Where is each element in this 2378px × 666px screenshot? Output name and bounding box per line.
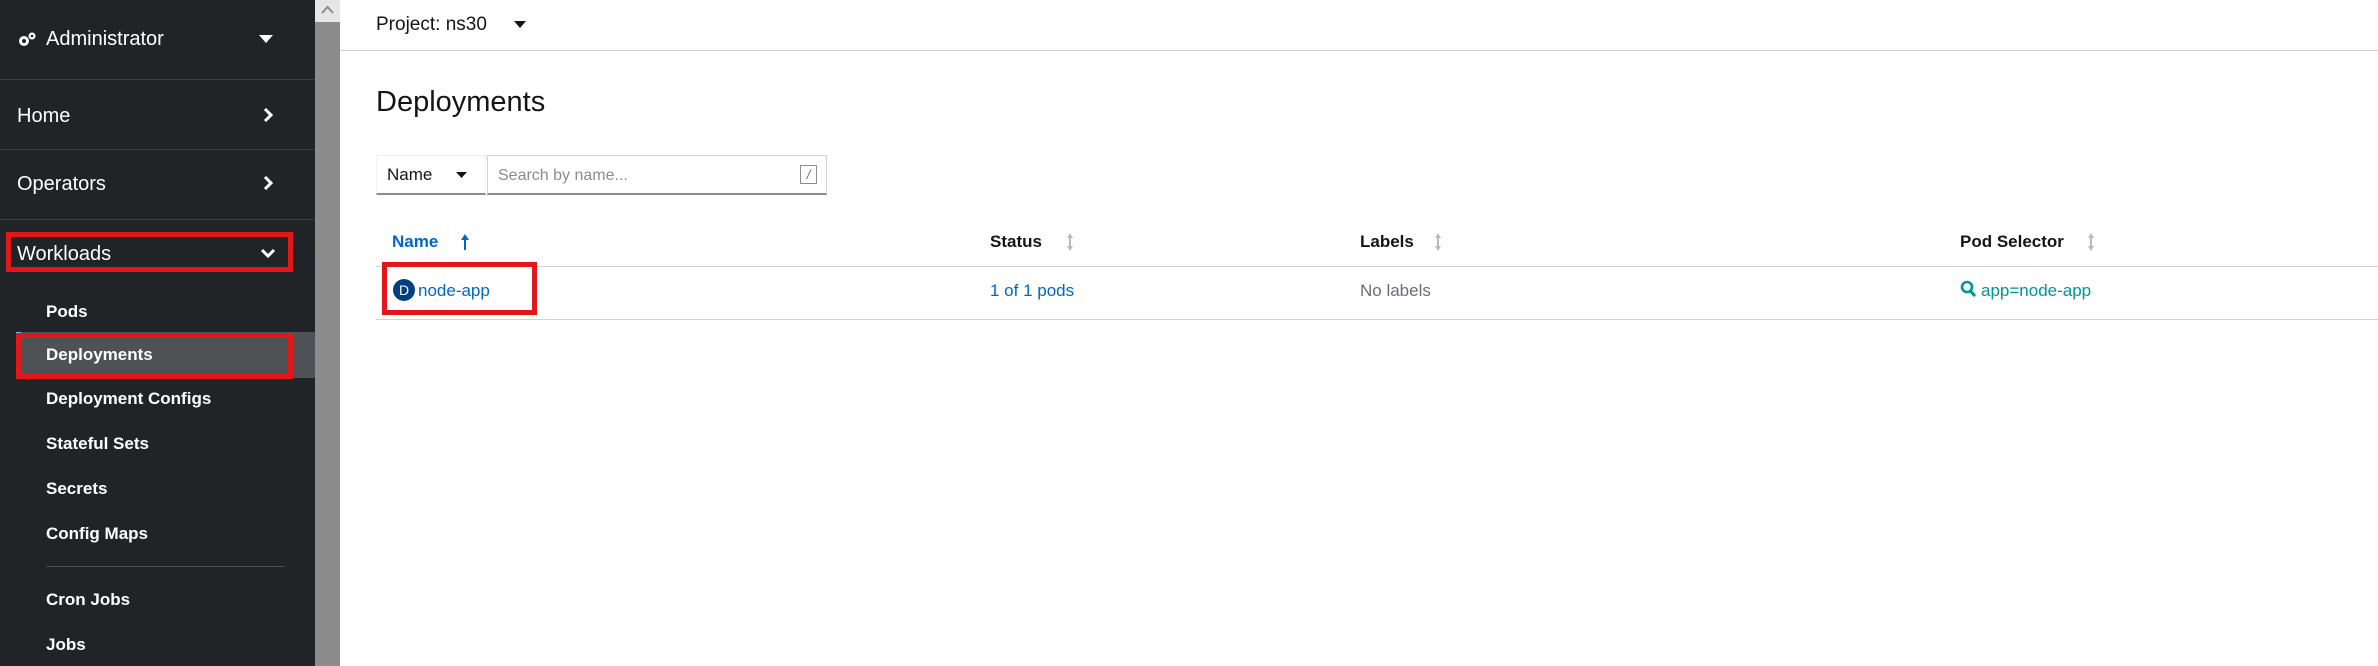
sidebar-scrollbar[interactable] (315, 0, 340, 666)
nav-item-cron-jobs[interactable]: Cron Jobs (0, 580, 315, 622)
perspective-switcher[interactable]: Administrator (0, 0, 315, 80)
chevron-right-icon (263, 108, 274, 122)
nav-item-secrets[interactable]: Secrets (0, 470, 315, 512)
sidebar-nav: Administrator Home Operators Workloads P… (0, 0, 315, 666)
nav-divider (46, 566, 284, 567)
pod-selector-value: app=node-app (1981, 281, 2092, 300)
column-header-pod-selector[interactable]: Pod Selector (1960, 232, 2064, 252)
nav-item-label: Deployment Configs (46, 389, 212, 408)
main-content: Project: ns30 Deployments Name Search by… (340, 0, 2378, 666)
nav-label-home: Home (17, 105, 71, 127)
sort-icon[interactable] (1433, 232, 1443, 252)
nav-item-config-maps[interactable]: Config Maps (0, 515, 315, 557)
column-header-name[interactable]: Name (392, 232, 438, 252)
scroll-up-button[interactable] (315, 0, 340, 22)
labels-value: No labels (1360, 281, 1431, 300)
nav-item-label: Deployments (46, 345, 153, 364)
chevron-up-icon (321, 5, 334, 14)
filter-type-label: Name (387, 165, 433, 184)
project-label: Project: ns30 (376, 14, 487, 35)
caret-down-icon (514, 21, 526, 28)
nav-item-stateful-sets[interactable]: Stateful Sets (0, 425, 315, 467)
nav-item-label: Jobs (46, 635, 86, 654)
nav-item-label: Secrets (46, 479, 108, 498)
nav-item-label: Cron Jobs (46, 590, 131, 609)
cogs-icon (19, 32, 36, 46)
search-icon (1960, 280, 1977, 298)
nav-item-label: Stateful Sets (46, 434, 149, 453)
nav-item-deployments[interactable]: Deployments (16, 332, 315, 378)
column-header-status[interactable]: Status (990, 232, 1042, 252)
chevron-down-icon (261, 248, 275, 259)
deployment-name-link[interactable]: node-app (418, 281, 490, 301)
nav-label-workloads: Workloads (17, 243, 112, 265)
nav-section-operators[interactable]: Operators (0, 150, 315, 220)
filter-type-dropdown[interactable]: Name (376, 155, 486, 195)
search-input[interactable]: Search by name... / (487, 155, 827, 195)
nav-section-home[interactable]: Home (0, 80, 315, 150)
nav-item-label: Pods (46, 302, 88, 321)
sort-icon[interactable] (1065, 232, 1075, 252)
caret-down-icon (456, 172, 467, 178)
nav-item-deployment-configs[interactable]: Deployment Configs (0, 380, 315, 422)
sort-icon[interactable] (2086, 232, 2096, 252)
nav-item-label: Config Maps (46, 524, 148, 543)
nav-label-operators: Operators (17, 173, 106, 195)
project-selector[interactable]: Project: ns30 (376, 12, 536, 38)
column-header-labels[interactable]: Labels (1360, 232, 1414, 252)
project-bar: Project: ns30 (340, 0, 2378, 51)
search-shortcut-hint: / (800, 165, 817, 184)
page-title: Deployments (376, 86, 546, 118)
nav-item-jobs[interactable]: Jobs (0, 625, 315, 666)
nav-item-pods[interactable]: Pods (0, 292, 315, 334)
caret-down-icon (259, 35, 273, 43)
pod-status-link[interactable]: 1 of 1 pods (990, 281, 1074, 301)
perspective-label: Administrator (46, 28, 164, 50)
resource-badge-icon: D (393, 279, 415, 301)
search-placeholder: Search by name... (498, 167, 628, 184)
nav-section-workloads[interactable]: Workloads (0, 220, 315, 290)
chevron-right-icon (263, 176, 274, 190)
sort-up-icon[interactable] (460, 232, 470, 252)
